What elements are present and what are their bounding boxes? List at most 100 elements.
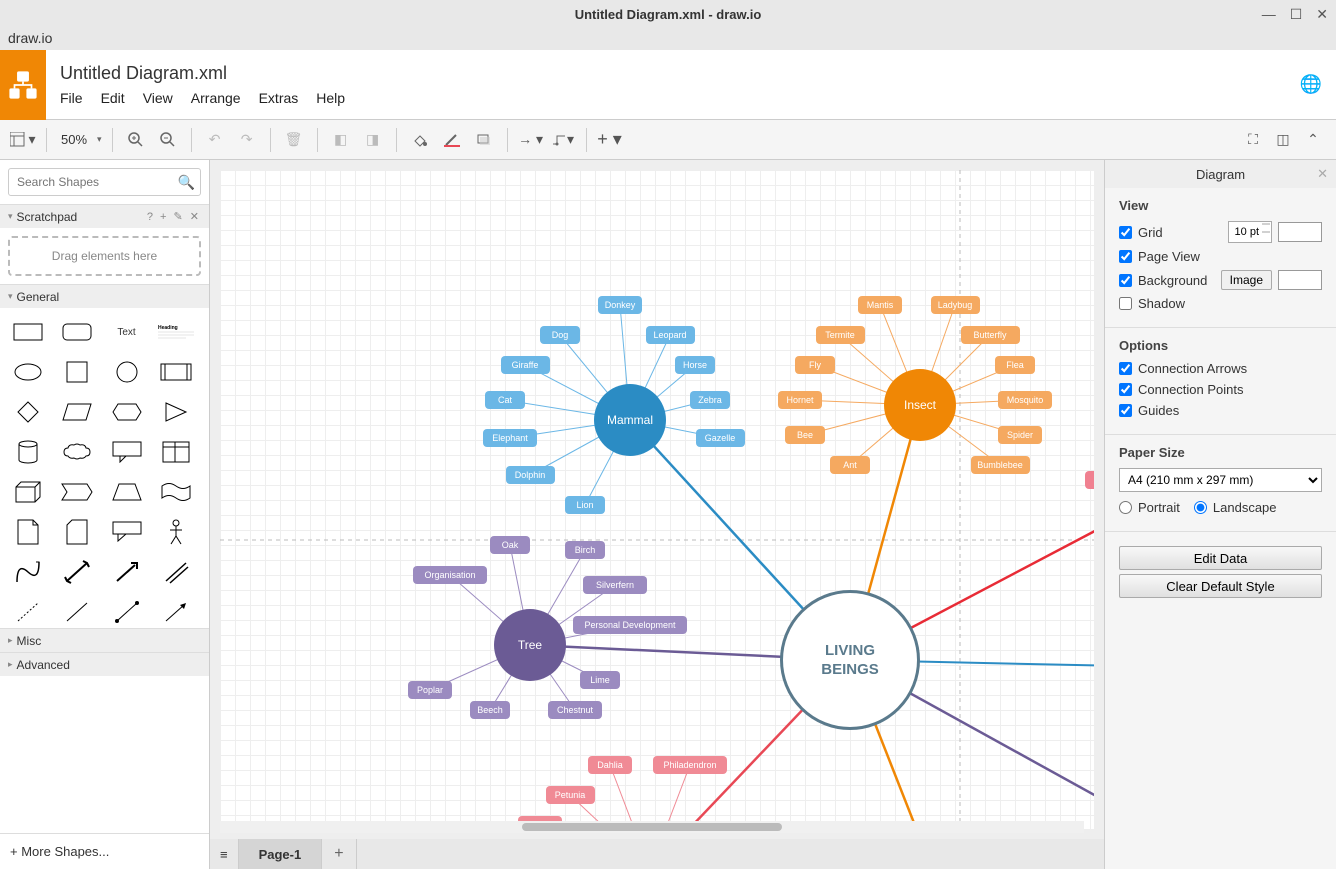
scratchpad-tools[interactable]: ? + ✎ ✕ <box>147 210 201 223</box>
leaf-tree[interactable]: Oak <box>490 536 530 554</box>
connection-icon[interactable]: → ▾ <box>518 127 544 153</box>
shape-arrow[interactable] <box>107 556 147 588</box>
leaf-mammal[interactable]: Cat <box>485 391 525 409</box>
undo-icon[interactable]: ↶ <box>202 127 228 153</box>
view-mode-button[interactable]: ▾ <box>10 127 36 153</box>
shape-card[interactable] <box>57 516 97 548</box>
fullscreen-icon[interactable]: ⛶ <box>1240 127 1266 153</box>
background-color-swatch[interactable] <box>1278 270 1322 290</box>
shape-hexagon[interactable] <box>107 396 147 428</box>
shape-dir-line[interactable] <box>156 596 196 628</box>
leaf-tree[interactable]: Beech <box>470 701 510 719</box>
leaf-tree[interactable]: Birch <box>565 541 605 559</box>
leaf-flower[interactable]: Philadendron <box>653 756 727 774</box>
leaf-flower[interactable]: Petunia <box>546 786 595 804</box>
general-header[interactable]: ▾General <box>0 284 209 308</box>
leaf-mammal[interactable]: Elephant <box>483 429 537 447</box>
landscape-radio[interactable] <box>1194 501 1207 514</box>
misc-header[interactable]: ▸Misc <box>0 628 209 652</box>
shape-dashed[interactable] <box>8 596 48 628</box>
shape-actor[interactable] <box>156 516 196 548</box>
shape-cylinder[interactable] <box>8 436 48 468</box>
hub-insect[interactable]: Insect <box>884 369 956 441</box>
hub-mammal[interactable]: Mammal <box>594 384 666 456</box>
search-input[interactable] <box>8 168 201 196</box>
background-image-button[interactable]: Image <box>1221 270 1272 290</box>
grid-checkbox[interactable] <box>1119 226 1132 239</box>
clear-style-button[interactable]: Clear Default Style <box>1119 574 1322 598</box>
hub-tree[interactable]: Tree <box>494 609 566 681</box>
line-color-icon[interactable] <box>439 127 465 153</box>
menu-edit[interactable]: Edit <box>101 90 125 106</box>
doc-title[interactable]: Untitled Diagram.xml <box>60 63 345 84</box>
zoom-in-icon[interactable] <box>123 127 149 153</box>
portrait-radio[interactable] <box>1119 501 1132 514</box>
leaf-mammal[interactable]: Dolphin <box>506 466 555 484</box>
menu-extras[interactable]: Extras <box>259 90 299 106</box>
shape-text[interactable]: Text <box>107 316 147 348</box>
more-shapes-button[interactable]: + More Shapes... <box>0 833 209 869</box>
shape-bidir-arrow[interactable] <box>57 556 97 588</box>
shape-triangle[interactable] <box>156 396 196 428</box>
shape-link[interactable] <box>156 556 196 588</box>
leaf-tree[interactable]: Poplar <box>408 681 452 699</box>
shape-note[interactable] <box>8 516 48 548</box>
shape-bidir-line[interactable] <box>107 596 147 628</box>
grid-size-input[interactable] <box>1228 221 1272 243</box>
paper-size-select[interactable]: A4 (210 mm x 297 mm) <box>1119 468 1322 492</box>
shape-callout2[interactable] <box>107 516 147 548</box>
fill-icon[interactable] <box>407 127 433 153</box>
shape-tape[interactable] <box>156 476 196 508</box>
page-tab-1[interactable]: Page-1 <box>239 839 323 869</box>
shape-rounded-rect[interactable] <box>57 316 97 348</box>
add-page-button[interactable]: + <box>322 839 356 869</box>
leaf-tree[interactable]: Organisation <box>413 566 487 584</box>
menu-view[interactable]: View <box>143 90 173 106</box>
waypoint-icon[interactable]: ▾ <box>550 127 576 153</box>
shape-callout[interactable] <box>107 436 147 468</box>
leaf-mammal[interactable]: Horse <box>675 356 715 374</box>
leaf-insect[interactable]: Bee <box>785 426 825 444</box>
horizontal-scrollbar[interactable] <box>220 821 1084 833</box>
leaf-insect[interactable]: Termite <box>816 326 865 344</box>
leaf-insect[interactable]: Ladybug <box>931 296 980 314</box>
scratchpad-dropzone[interactable]: Drag elements here <box>8 236 201 276</box>
format-panel-icon[interactable]: ◫ <box>1270 127 1296 153</box>
to-front-icon[interactable]: ◧ <box>328 127 354 153</box>
shape-square[interactable] <box>57 356 97 388</box>
menu-file[interactable]: File <box>60 90 83 106</box>
grid-color-swatch[interactable] <box>1278 222 1322 242</box>
leaf-mammal[interactable]: Dog <box>540 326 580 344</box>
leaf-mammal[interactable]: Giraffe <box>501 356 550 374</box>
shape-circle[interactable] <box>107 356 147 388</box>
to-back-icon[interactable]: ◨ <box>360 127 386 153</box>
globe-icon[interactable]: 🌐 <box>1300 74 1322 95</box>
redo-icon[interactable]: ↷ <box>234 127 260 153</box>
background-checkbox[interactable] <box>1119 274 1132 287</box>
shadow-checkbox[interactable] <box>1119 297 1132 310</box>
app-logo[interactable] <box>0 50 46 120</box>
shape-process[interactable] <box>156 356 196 388</box>
leaf-tree[interactable]: Chestnut <box>548 701 602 719</box>
close-panel-icon[interactable]: ✕ <box>1317 166 1328 182</box>
zoom-out-icon[interactable] <box>155 127 181 153</box>
leaf-bird[interactable]: Hawk <box>1085 471 1094 489</box>
leaf-insect[interactable]: Butterfly <box>961 326 1020 344</box>
shadow-icon[interactable] <box>471 127 497 153</box>
leaf-insect[interactable]: Mosquito <box>998 391 1052 409</box>
shape-rect[interactable] <box>8 316 48 348</box>
menu-arrange[interactable]: Arrange <box>191 90 241 106</box>
leaf-mammal[interactable]: Gazelle <box>696 429 745 447</box>
shape-ellipse[interactable] <box>8 356 48 388</box>
leaf-insect[interactable]: Flea <box>995 356 1035 374</box>
leaf-mammal[interactable]: Zebra <box>690 391 730 409</box>
search-icon[interactable]: 🔍 <box>178 174 195 191</box>
shape-curve[interactable] <box>8 556 48 588</box>
leaf-mammal[interactable]: Donkey <box>598 296 642 314</box>
zoom-level[interactable]: 50% <box>57 132 91 147</box>
shape-diamond[interactable] <box>8 396 48 428</box>
maximize-icon[interactable]: ☐ <box>1290 6 1303 23</box>
leaf-insect[interactable]: Mantis <box>858 296 902 314</box>
leaf-mammal[interactable]: Leopard <box>646 326 695 344</box>
leaf-tree[interactable]: Silverfern <box>583 576 647 594</box>
